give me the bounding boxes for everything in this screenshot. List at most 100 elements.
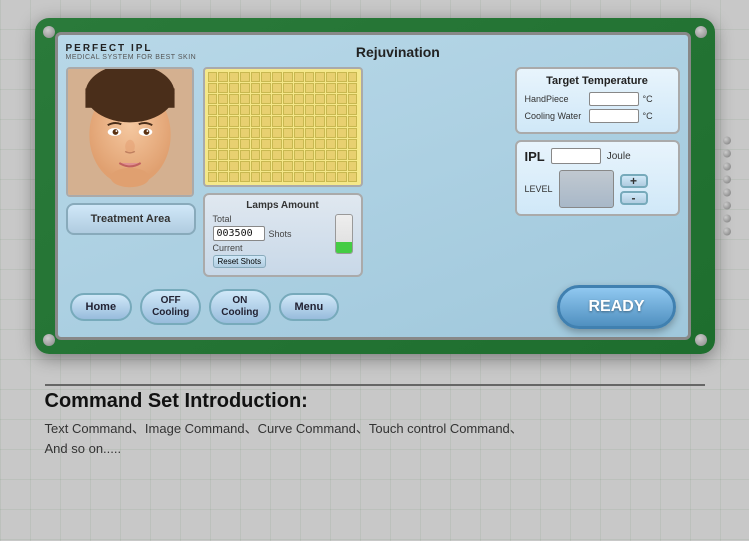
bottom-buttons-row: Home OFF Cooling ON Cooling Menu READY [66,285,680,329]
grid-cell [294,72,304,82]
grid-cell [240,72,250,82]
main-content: Treatment Area Lamps Amount Total [66,67,680,277]
ready-button[interactable]: READY [557,285,675,329]
grid-cell [283,105,293,115]
grid-cell [261,94,271,104]
reset-shots-button[interactable]: Reset Shots [213,255,267,268]
grid-cell [229,105,239,115]
grid-cell [229,172,239,182]
grid-cell [261,116,271,126]
ipl-joule-label: Joule [607,151,631,162]
minus-button[interactable]: - [620,191,648,205]
grid-cell [315,83,325,93]
grid-cell [229,116,239,126]
ipl-label: IPL [525,149,545,164]
grid-cell [348,172,358,182]
level-display [559,170,614,208]
grid-cell [283,83,293,93]
grid-cell [294,128,304,138]
divider [45,384,705,386]
grid-cell [240,105,250,115]
grid-cell [305,172,315,182]
face-image [68,67,192,197]
grid-cell [251,161,261,171]
grid-cell [326,116,336,126]
grid-cell [261,172,271,182]
grid-cell [283,116,293,126]
screw-br [695,334,707,346]
grid-cell [337,150,347,160]
grid-cell [261,105,271,115]
grid-cell [272,94,282,104]
grid-cell [272,161,282,171]
grid-cell [251,139,261,149]
lamps-value-row: 003500 Shots [213,226,327,241]
grid-cell [240,172,250,182]
plus-button[interactable]: + [620,174,648,188]
handpiece-input[interactable] [589,92,639,106]
grid-cell [348,161,358,171]
grid-cell [251,94,261,104]
cooling-temp-row: Cooling Water °C [525,109,670,123]
off-cooling-line1: OFF [161,295,181,306]
grid-cell [348,94,358,104]
grid-cell [348,150,358,160]
title-sub: MEDICAL SYSTEM FOR BEST SKIN [66,54,197,61]
grid-cell [261,161,271,171]
grid-cell [348,128,358,138]
screw-bl [43,334,55,346]
grid-cell [294,150,304,160]
grid-cell [208,161,218,171]
grid-cell [337,105,347,115]
grid-cell [315,150,325,160]
on-cooling-button[interactable]: ON Cooling [209,289,270,325]
lamps-total-label: Total [213,214,255,224]
screen: PERFECT IPL MEDICAL SYSTEM FOR BEST SKIN… [55,32,691,340]
grid-cell [294,172,304,182]
handpiece-label: HandPiece [525,94,585,104]
grid-cell [251,105,261,115]
grid-cell [337,116,347,126]
home-button[interactable]: Home [70,293,133,321]
target-temp-title: Target Temperature [525,75,670,87]
grid-cell [261,83,271,93]
intro-text: Text Command、Image Command、Curve Command… [45,419,705,458]
grid-cell [283,128,293,138]
grid-cell [326,105,336,115]
grid-cell [326,128,336,138]
grid-cell [208,128,218,138]
screw-tl [43,26,55,38]
grid-cell [326,72,336,82]
grid-cell [337,83,347,93]
grid-cell [326,139,336,149]
plus-minus-controls: + - [620,174,648,205]
grid-cell [305,116,315,126]
off-cooling-button[interactable]: OFF Cooling [140,289,201,325]
ipl-value-input[interactable] [551,148,601,164]
grid-cell [337,139,347,149]
dot [723,176,731,184]
cooling-water-unit: °C [643,111,653,121]
dot [723,189,731,197]
grid-cell [272,105,282,115]
grid-cell [240,116,250,126]
grid-cell [348,116,358,126]
cooling-water-input[interactable] [589,109,639,123]
grid-cell [218,83,228,93]
grid-cell [315,116,325,126]
grid-cell [218,72,228,82]
treatment-area-button[interactable]: Treatment Area [66,203,196,235]
grid-cell [326,83,336,93]
grid-cell [326,161,336,171]
grid-cell [218,128,228,138]
grid-cell [294,116,304,126]
menu-button[interactable]: Menu [279,293,340,321]
grid-cell [208,83,218,93]
text-section: Command Set Introduction: Text Command、I… [35,364,715,468]
grid-cell [272,72,282,82]
grid-cell [283,172,293,182]
grid-cell [283,150,293,160]
grid-cell [283,139,293,149]
off-cooling-line2: Cooling [152,307,189,318]
lamps-current-row: Current [213,243,327,253]
